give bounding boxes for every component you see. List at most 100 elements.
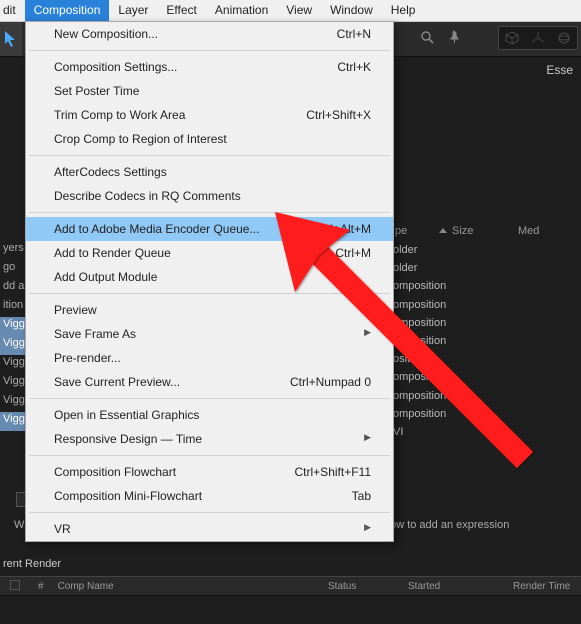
menu-item-label: Save Frame As	[54, 327, 136, 341]
render-col-index[interactable]: #	[38, 581, 44, 592]
type-cell: omposition	[393, 298, 483, 316]
menu-shortcut: Ctrl+M	[335, 246, 371, 260]
menu-bar: dit Composition Layer Effect Animation V…	[0, 0, 581, 22]
menu-item-aftercodecs-settings[interactable]: AfterCodecs Settings	[26, 160, 393, 184]
sphere-icon	[557, 31, 571, 45]
menu-item-save-current-preview[interactable]: Save Current Preview... Ctrl+Numpad 0	[26, 370, 393, 394]
menu-item-label: Trim Comp to Work Area	[54, 108, 185, 122]
pin-icon[interactable]	[448, 30, 461, 46]
menu-item-composition-mini-flowchart[interactable]: Composition Mini-Flowchart Tab	[26, 484, 393, 508]
axis-icon	[531, 31, 545, 45]
render-col-started[interactable]: Started	[408, 581, 440, 592]
menu-item-composition-flowchart[interactable]: Composition Flowchart Ctrl+Shift+F11	[26, 460, 393, 484]
render-col-rendertime[interactable]: Render Time	[513, 581, 570, 592]
menu-item-layer[interactable]: Layer	[109, 0, 157, 21]
render-col-compname[interactable]: Comp Name	[58, 581, 114, 592]
type-cell: osition	[393, 352, 483, 370]
type-cell: older	[393, 261, 483, 279]
menu-item-label: Save Current Preview...	[54, 375, 180, 389]
menu-item-help[interactable]: Help	[382, 0, 425, 21]
type-cell: omposition	[393, 334, 483, 352]
3d-gizmo-box[interactable]	[498, 26, 578, 50]
menu-item-window[interactable]: Window	[321, 0, 382, 21]
menu-separator	[29, 50, 390, 51]
submenu-chevron-icon: ▶	[364, 432, 371, 446]
menu-item-label: Set Poster Time	[54, 84, 139, 98]
menu-item-label: Composition Flowchart	[54, 465, 176, 479]
render-col-checkbox[interactable]	[10, 580, 20, 593]
menu-item-add-to-adobe-media-encoder-queue[interactable]: Add to Adobe Media Encoder Queue... Ctrl+…	[26, 217, 393, 241]
menu-item-open-in-essential-graphics[interactable]: Open in Essential Graphics	[26, 403, 393, 427]
file-size-cell: 6 KB	[494, 433, 518, 445]
menu-item-composition[interactable]: Composition	[25, 0, 110, 21]
menu-shortcut: Ctrl+Shift+X	[306, 108, 371, 122]
menu-item-view[interactable]: View	[277, 0, 321, 21]
menu-item-label: Composition Mini-Flowchart	[54, 489, 202, 503]
menu-separator	[29, 293, 390, 294]
menu-item-pre-render[interactable]: Pre-render...	[26, 346, 393, 370]
menu-item-label: New Composition...	[54, 27, 158, 41]
menu-item-trim-comp-to-work-area[interactable]: Trim Comp to Work Area Ctrl+Shift+X	[26, 103, 393, 127]
menu-separator	[29, 398, 390, 399]
menu-shortcut: Ctrl+N	[337, 27, 371, 41]
type-cell: omposition	[393, 370, 483, 388]
menu-item-preview[interactable]: Preview ▶	[26, 298, 393, 322]
menu-item-describe-codecs-in-rq-comments[interactable]: Describe Codecs in RQ Comments	[26, 184, 393, 208]
search-icon[interactable]	[421, 31, 434, 47]
menu-item-label: Open in Essential Graphics	[54, 408, 199, 422]
menu-separator	[29, 512, 390, 513]
cube-icon	[505, 31, 519, 45]
submenu-chevron-icon: ▶	[364, 327, 371, 341]
menu-item-animation[interactable]: Animation	[206, 0, 277, 21]
menu-item-composition-settings[interactable]: Composition Settings... Ctrl+K	[26, 55, 393, 79]
column-header-size[interactable]: Size	[452, 225, 473, 237]
composition-menu-dropdown: New Composition... Ctrl+N Composition Sett…	[25, 21, 394, 542]
menu-shortcut: Ctrl+K	[337, 60, 371, 74]
submenu-chevron-icon: ▶	[364, 303, 371, 317]
submenu-chevron-icon: ▶	[364, 522, 371, 536]
menu-item-set-poster-time[interactable]: Set Poster Time	[26, 79, 393, 103]
render-col-status[interactable]: Status	[328, 581, 356, 592]
menu-separator	[29, 155, 390, 156]
menu-item-edit[interactable]: dit	[0, 0, 25, 21]
menu-shortcut: Ctrl+Shift+F11	[295, 465, 371, 479]
menu-item-responsive-design-time[interactable]: Responsive Design — Time ▶	[26, 427, 393, 451]
project-type-column: olderolderompositionompositionomposition…	[393, 243, 483, 443]
column-header-type[interactable]: pe	[395, 225, 407, 237]
column-header-media[interactable]: Med	[518, 225, 539, 237]
type-cell: omposition	[393, 407, 483, 425]
menu-separator	[29, 212, 390, 213]
type-cell: omposition	[393, 279, 483, 297]
menu-item-label: Describe Codecs in RQ Comments	[54, 189, 241, 203]
menu-item-crop-comp-to-region-of-interest[interactable]: Crop Comp to Region of Interest	[26, 127, 393, 151]
type-cell: omposition	[393, 316, 483, 334]
menu-item-add-to-render-queue[interactable]: Add to Render Queue Ctrl+M	[26, 241, 393, 265]
menu-item-label: Preview	[54, 303, 97, 317]
type-cell: omposition	[393, 389, 483, 407]
menu-item-label: Add to Adobe Media Encoder Queue...	[54, 222, 259, 236]
menu-item-label: Add Output Module	[54, 270, 157, 284]
menu-item-label: Add to Render Queue	[54, 246, 171, 260]
current-render-header: rent Render	[3, 558, 61, 570]
sort-triangle-icon[interactable]	[439, 228, 447, 233]
menu-shortcut: Tab	[352, 489, 371, 503]
menu-separator	[29, 455, 390, 456]
selection-tool[interactable]	[0, 22, 22, 56]
menu-item-vr[interactable]: VR ▶	[26, 517, 393, 541]
menu-item-label: VR	[54, 522, 71, 536]
menu-item-label: Responsive Design — Time	[54, 432, 202, 446]
menu-item-save-frame-as[interactable]: Save Frame As ▶	[26, 322, 393, 346]
menu-item-label: Composition Settings...	[54, 60, 177, 74]
type-cell: older	[393, 243, 483, 261]
menu-item-label: Crop Comp to Region of Interest	[54, 132, 227, 146]
menu-shortcut: Ctrl+Numpad 0	[290, 375, 371, 389]
menu-item-label: AfterCodecs Settings	[54, 165, 167, 179]
menu-item-effect[interactable]: Effect	[157, 0, 205, 21]
render-queue-columns: # Comp Name Status Started Render Time	[0, 576, 581, 596]
menu-item-add-output-module[interactable]: Add Output Module	[26, 265, 393, 289]
menu-item-new-composition[interactable]: New Composition... Ctrl+N	[26, 22, 393, 46]
menu-item-label: Pre-render...	[54, 351, 121, 365]
essential-panel-label[interactable]: Esse	[546, 63, 573, 77]
menu-shortcut: Ctrl+Alt+M	[314, 222, 371, 236]
type-cell: VI	[393, 425, 483, 443]
